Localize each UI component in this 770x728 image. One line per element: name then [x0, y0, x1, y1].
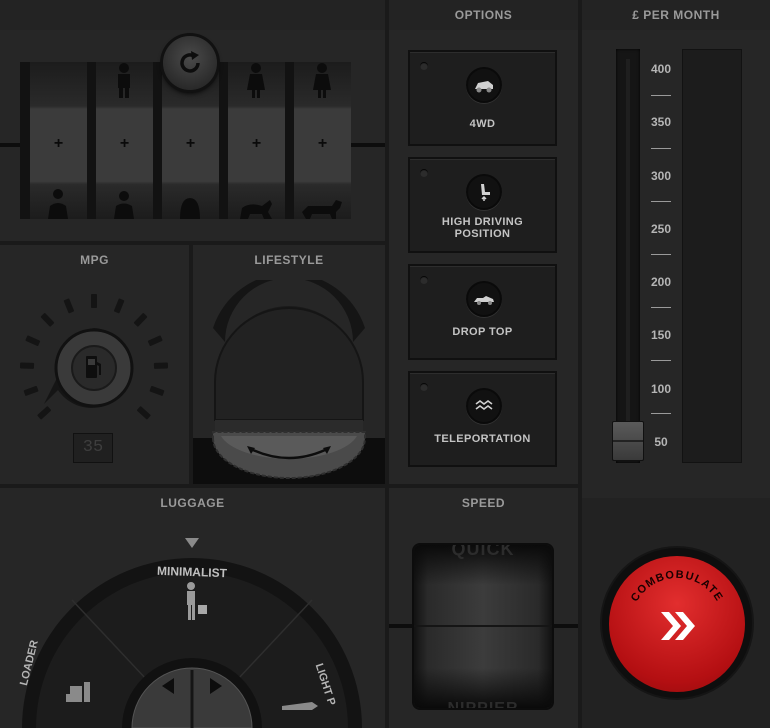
luggage-pointer-icon [185, 538, 199, 548]
options-title: OPTIONS [389, 0, 578, 30]
price-slider-track[interactable] [616, 49, 640, 463]
option-teleportation-toggle[interactable]: TELEPORTATION [408, 371, 557, 467]
mpg-dial-tick [133, 313, 148, 327]
price-scale-label: 100 [650, 382, 672, 396]
luggage-prev-button[interactable] [150, 670, 188, 702]
double-chevron-right-icon [661, 612, 695, 640]
passenger-slot[interactable]: + [294, 62, 351, 219]
refresh-icon [180, 51, 200, 73]
option-label: TELEPORTATION [434, 433, 531, 445]
mpg-title: MPG [80, 253, 109, 267]
price-scale-tick [651, 148, 671, 149]
combobulate-button[interactable]: COMBOBULATE [609, 556, 745, 692]
speed-roller[interactable]: QUICK NIPPIER [414, 545, 552, 708]
price-scale-label: 300 [650, 169, 672, 183]
price-scale-tick [651, 201, 671, 202]
teleport-wave-icon [466, 388, 502, 424]
option-indicator-led [420, 383, 428, 391]
option-label: 4WD [469, 118, 496, 130]
luggage-next-button[interactable] [196, 670, 234, 702]
mpg-dial-tick [63, 298, 75, 314]
svg-text:COMBOBULATE: COMBOBULATE [629, 569, 726, 604]
speed-title: SPEED [461, 496, 506, 510]
mpg-dial-tick [19, 362, 35, 369]
option-label-line2: POSITION [454, 228, 511, 240]
passenger-slot[interactable]: + [228, 62, 285, 219]
mpg-dial-tick [37, 406, 52, 420]
option-indicator-led [420, 276, 428, 284]
option-4wd-toggle[interactable]: 4WD [408, 50, 557, 146]
price-scale-tick [651, 307, 671, 308]
price-scale-tick [651, 360, 671, 361]
option-indicator-led [420, 169, 428, 177]
price-scale-label: 150 [650, 328, 672, 342]
passenger-slot[interactable]: + [96, 62, 153, 219]
price-scale-tick [651, 413, 671, 414]
price-bar-display [682, 49, 742, 463]
price-scale-label: 50 [654, 435, 668, 449]
passengers-rail-right [350, 143, 385, 147]
luggage-title: LUGGAGE [160, 496, 225, 510]
passengers-header-bar [0, 0, 385, 30]
option-label: HIGH DRIVING [441, 216, 524, 228]
price-title: £ PER MONTH [582, 0, 770, 30]
speed-label-bottom: NIPPIER [414, 700, 552, 708]
mpg-dial-tick [91, 294, 97, 308]
woman-icon [302, 63, 342, 219]
price-scale-label: 200 [650, 275, 672, 289]
lifestyle-gear-wheel [212, 431, 366, 479]
speed-label-top: QUICK [451, 545, 515, 559]
mpg-dial[interactable] [0, 280, 189, 430]
triangle-right-icon [210, 678, 222, 694]
convertible-icon [466, 281, 502, 317]
price-scale-label: 400 [650, 62, 672, 76]
reset-passengers-button[interactable] [163, 36, 217, 90]
price-slider-handle[interactable] [612, 421, 644, 461]
passengers-rail-left [0, 143, 20, 147]
speed-rail-right [551, 624, 578, 628]
raised-seat-icon [466, 174, 502, 210]
mpg-dial-tick [153, 362, 169, 369]
adult-seated-icon [48, 189, 68, 219]
woman-icon [240, 63, 272, 219]
option-high-driving-position-toggle[interactable]: HIGH DRIVING POSITION [408, 157, 557, 253]
mpg-dial-tick [23, 385, 39, 396]
price-scale-tick [651, 254, 671, 255]
lifestyle-dial[interactable] [193, 280, 385, 484]
option-indicator-led [420, 62, 428, 70]
man-icon [114, 63, 134, 219]
offroad-car-icon [466, 67, 502, 103]
price-scale-label: 250 [650, 222, 672, 236]
mpg-dial-tick [113, 298, 125, 314]
triangle-left-icon [162, 678, 174, 694]
mpg-dial-tick [149, 385, 165, 396]
mpg-dial-tick [40, 313, 55, 327]
speed-rail-left [389, 624, 415, 628]
mpg-value: 35 [73, 433, 113, 463]
option-label: DROP TOP [452, 326, 513, 338]
price-scale-tick [651, 95, 671, 96]
option-drop-top-toggle[interactable]: DROP TOP [408, 264, 557, 360]
combobulate-label: COMBOBULATE [629, 569, 724, 604]
mpg-dial-tick [147, 335, 163, 347]
price-scale-label: 350 [650, 115, 672, 129]
lifestyle-title: LIFESTYLE [254, 253, 324, 267]
passenger-slot[interactable]: + [30, 62, 87, 219]
mpg-dial-tick [136, 406, 151, 420]
mpg-dial-tick [25, 335, 41, 347]
